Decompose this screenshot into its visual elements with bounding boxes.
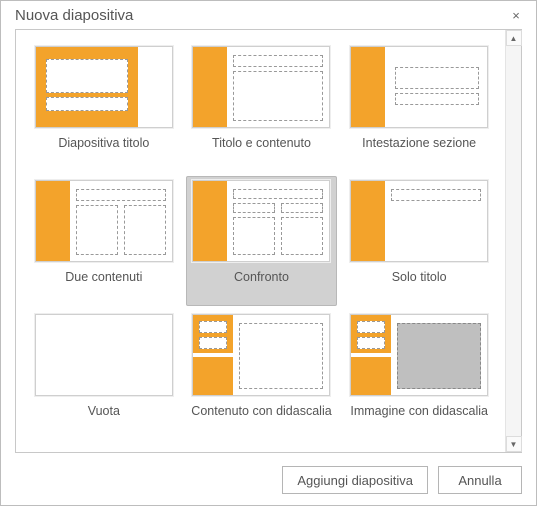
layout-option-content-caption[interactable]: Contenuto con didascalia (186, 310, 338, 440)
dialog-buttonbar: Aggiungi diapositiva Annulla (1, 463, 536, 505)
layout-thumb (35, 180, 173, 262)
layout-thumb (192, 180, 330, 262)
layout-option-title-content[interactable]: Titolo e contenuto (186, 42, 338, 172)
layout-label: Immagine con didascalia (350, 404, 488, 418)
layout-label: Intestazione sezione (362, 136, 476, 150)
layouts-grid: Diapositiva titolo Titolo e contenuto (16, 30, 505, 452)
dialog-titlebar: Nuova diapositiva × (1, 1, 536, 29)
layout-label: Due contenuti (65, 270, 142, 284)
layout-thumb (350, 46, 488, 128)
vertical-scrollbar[interactable]: ▲ ▼ (505, 30, 521, 452)
layout-option-title-slide[interactable]: Diapositiva titolo (28, 42, 180, 172)
chevron-up-icon: ▲ (510, 34, 518, 43)
layout-option-comparison[interactable]: Confronto (186, 176, 338, 306)
layout-label: Titolo e contenuto (212, 136, 311, 150)
layout-thumb (35, 46, 173, 128)
layout-option-blank[interactable]: Vuota (28, 310, 180, 440)
add-slide-button[interactable]: Aggiungi diapositiva (282, 466, 428, 494)
scroll-up-button[interactable]: ▲ (506, 30, 522, 46)
layout-option-section-header[interactable]: Intestazione sezione (343, 42, 495, 172)
layout-label: Contenuto con didascalia (191, 404, 331, 418)
layout-thumb (192, 314, 330, 396)
layouts-panel: Diapositiva titolo Titolo e contenuto (15, 29, 522, 453)
layout-label: Solo titolo (392, 270, 447, 284)
cancel-button[interactable]: Annulla (438, 466, 522, 494)
layout-thumb (350, 314, 488, 396)
layout-thumb (35, 314, 173, 396)
layout-option-title-only[interactable]: Solo titolo (343, 176, 495, 306)
layout-thumb (350, 180, 488, 262)
chevron-down-icon: ▼ (510, 440, 518, 449)
dialog-title: Nuova diapositiva (15, 7, 504, 24)
layout-option-picture-caption[interactable]: Immagine con didascalia (343, 310, 495, 440)
close-icon: × (512, 8, 520, 23)
layout-label: Diapositiva titolo (58, 136, 149, 150)
layout-label: Confronto (234, 270, 289, 284)
layout-option-two-content[interactable]: Due contenuti (28, 176, 180, 306)
layout-thumb (192, 46, 330, 128)
scroll-down-button[interactable]: ▼ (506, 436, 522, 452)
close-button[interactable]: × (504, 3, 528, 27)
new-slide-dialog: Nuova diapositiva × Diapositiva titolo (0, 0, 537, 506)
layout-label: Vuota (88, 404, 120, 418)
